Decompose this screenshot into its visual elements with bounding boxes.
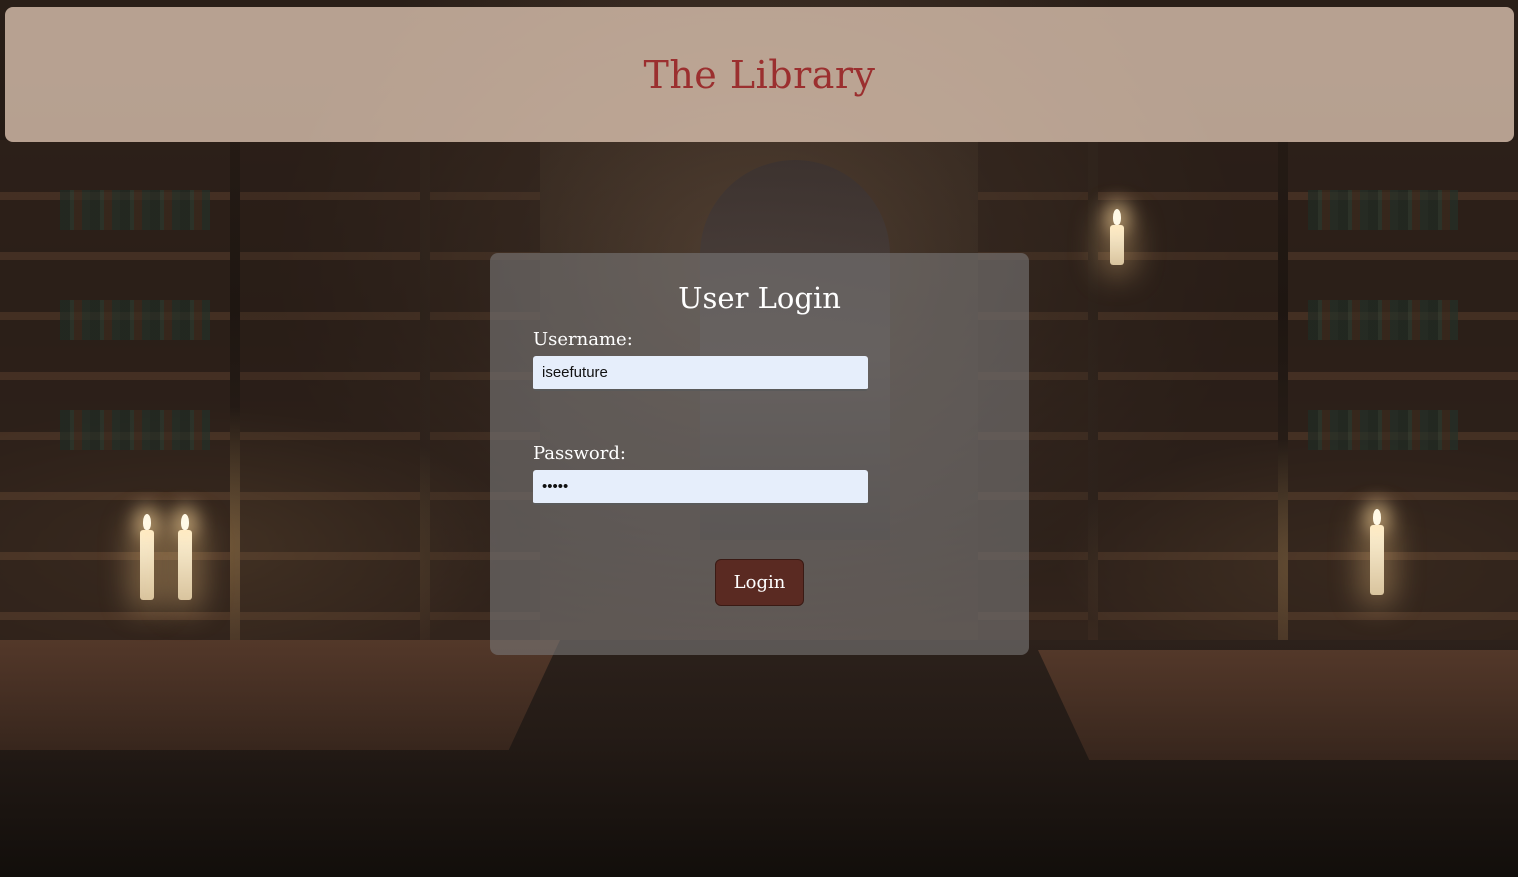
reading-table-left [0, 640, 560, 750]
bookshelf-right-2 [1098, 140, 1278, 700]
bookshelf-left-2 [240, 140, 420, 700]
book-row [1308, 190, 1458, 230]
candle [1110, 209, 1124, 265]
login-title: User Login [678, 281, 841, 315]
book-row [1308, 300, 1458, 340]
book-row [60, 410, 210, 450]
candle [140, 514, 154, 600]
login-form: User Login Username: Password: Login [490, 253, 1029, 655]
login-button[interactable]: Login [715, 559, 804, 606]
site-title: The Library [643, 52, 876, 97]
book-row [60, 190, 210, 230]
password-input[interactable] [533, 470, 868, 505]
field-spacer [533, 391, 986, 443]
username-label: Username: [533, 329, 633, 350]
book-row [60, 300, 210, 340]
site-header: The Library [5, 7, 1514, 142]
candle [1370, 509, 1384, 595]
candle [178, 514, 192, 600]
username-input[interactable] [533, 356, 868, 391]
book-row [1308, 410, 1458, 450]
reading-table-right [1038, 650, 1518, 760]
password-label: Password: [533, 443, 626, 464]
